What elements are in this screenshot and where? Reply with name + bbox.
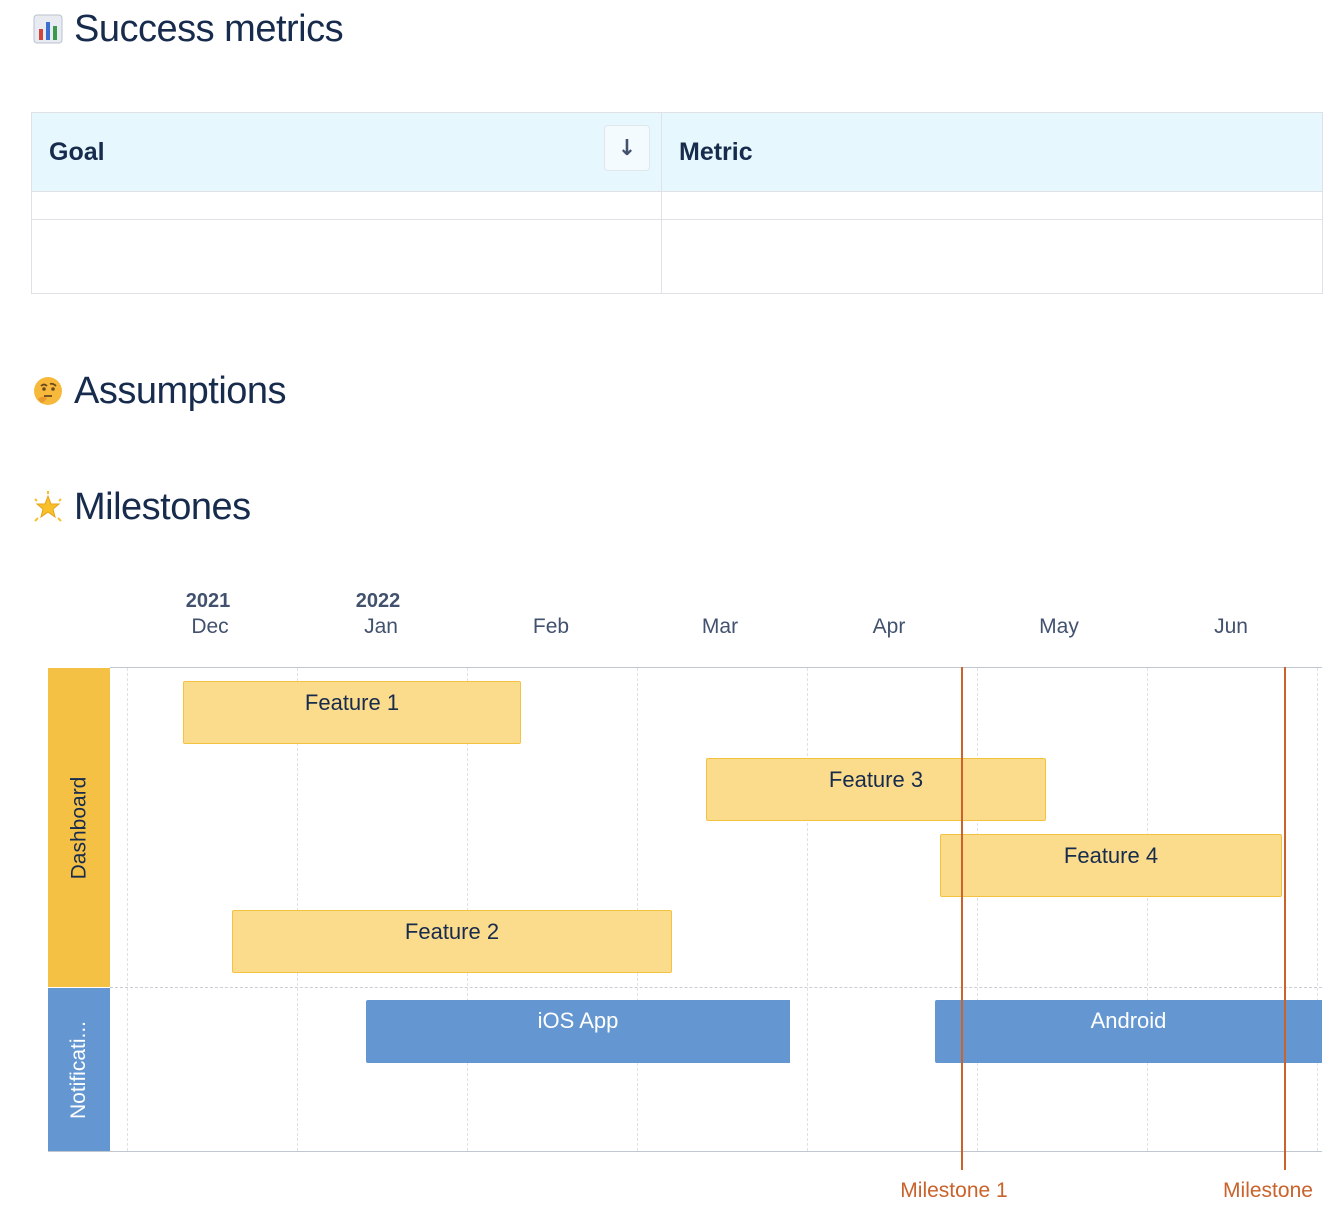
month-label: Apr [872,615,906,638]
metric-header-label: Metric [679,137,753,166]
arrow-down-icon: ↓ [617,135,637,161]
goal-column-header[interactable]: Goal ↓ [31,112,662,192]
success-metrics-title: Success metrics [74,8,344,50]
month-label: Dec [191,615,229,638]
lane-dashboard[interactable]: Dashboard [48,668,110,987]
month-label: Mar [701,615,739,638]
roadmap-bar-feature-2[interactable]: Feature 2 [232,910,672,973]
metric-column-header[interactable]: Metric [661,112,1323,192]
year-label: 2022 [355,590,401,612]
thinking-face-icon [34,377,62,405]
month-label: May [1039,615,1079,638]
milestone-label[interactable]: Milestone 1 [900,1179,1007,1203]
month-label: Jan [364,615,398,638]
milestone-marker-line[interactable] [961,667,963,1170]
milestone-marker-line[interactable] [1284,667,1286,1170]
roadmap-bar-android[interactable]: Android [935,1000,1322,1063]
assumptions-title: Assumptions [74,370,287,412]
milestones-heading: Milestones [32,488,251,526]
grid-line [1317,668,1318,1151]
goal-header-label: Goal [49,137,105,166]
table-cell[interactable] [661,191,1323,220]
grid-line [807,668,808,1151]
lane-label-notifications: Notificati... [67,1020,90,1119]
assumptions-heading: Assumptions [32,370,287,412]
lane-notifications[interactable]: Notificati... [48,988,110,1151]
table-row [31,219,1323,294]
month-label: Jun [1214,615,1248,638]
roadmap-bar-feature-3[interactable]: Feature 3 [706,758,1046,821]
timeline-bottom-border [48,1151,1322,1152]
roadmap-bar-feature-1[interactable]: Feature 1 [183,681,521,744]
grid-line [977,668,978,1151]
lane-label-dashboard: Dashboard [67,776,91,879]
grid-line [127,668,128,1151]
timeline-top-border [110,667,1322,668]
sort-button[interactable]: ↓ [604,125,650,171]
table-row [31,191,1323,220]
table-cell[interactable] [31,191,662,220]
milestones-title: Milestones [74,486,251,528]
year-label: 2021 [185,590,231,612]
success-metrics-table: Goal ↓ Metric [31,112,1323,294]
table-cell[interactable] [31,219,662,294]
glowing-star-icon [34,491,62,522]
bar-chart-icon [33,14,63,44]
table-cell[interactable] [661,219,1323,294]
roadmap-bar-ios-app[interactable]: iOS App [366,1000,790,1063]
lane-separator [110,987,1322,988]
roadmap-bar-feature-4[interactable]: Feature 4 [940,834,1282,897]
month-label: Feb [532,615,570,638]
milestone-label[interactable]: Milestone [1223,1179,1313,1203]
grid-line [1147,668,1148,1151]
success-metrics-heading: Success metrics [32,8,344,50]
